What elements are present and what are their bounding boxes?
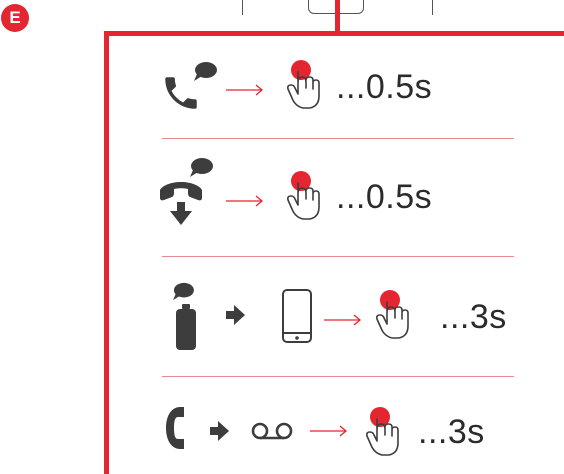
phone-icon: [282, 289, 312, 343]
tap-hand-icon: [287, 171, 320, 220]
arrow-right-icon: [226, 195, 264, 207]
voicemail-icon: [251, 422, 293, 440]
duration-label: ...3s: [440, 298, 507, 336]
row-divider: [162, 376, 514, 377]
tap-hand-icon: [287, 60, 320, 109]
speech-bubble-icon: [173, 282, 194, 301]
row-divider: [162, 256, 514, 257]
tap-hand-icon: [376, 290, 409, 339]
tap-hand-icon: [366, 407, 399, 456]
hang-up-call-icon: [160, 182, 202, 225]
row-divider: [162, 138, 514, 139]
duration-label: ...3s: [418, 413, 485, 451]
speech-bubble-icon: [190, 158, 213, 177]
speech-bubble-icon: [194, 62, 217, 81]
arrow-right-icon: [210, 421, 229, 441]
section-badge: E: [1, 4, 29, 32]
red-frame-top: [104, 31, 564, 36]
duration-label: ...0.5s: [336, 68, 433, 106]
duration-label: ...0.5s: [336, 178, 433, 216]
handset-icon: [166, 407, 184, 449]
arrow-right-icon: [310, 425, 348, 437]
bracket-left-line: [242, 0, 243, 15]
arrow-right-icon: [226, 305, 245, 325]
bracket-right-line: [432, 0, 433, 15]
battery-icon: [176, 304, 196, 350]
red-connector-stem: [335, 0, 340, 34]
arrow-right-icon: [226, 84, 264, 96]
red-frame-left: [104, 31, 109, 474]
arrow-right-icon: [324, 314, 362, 326]
